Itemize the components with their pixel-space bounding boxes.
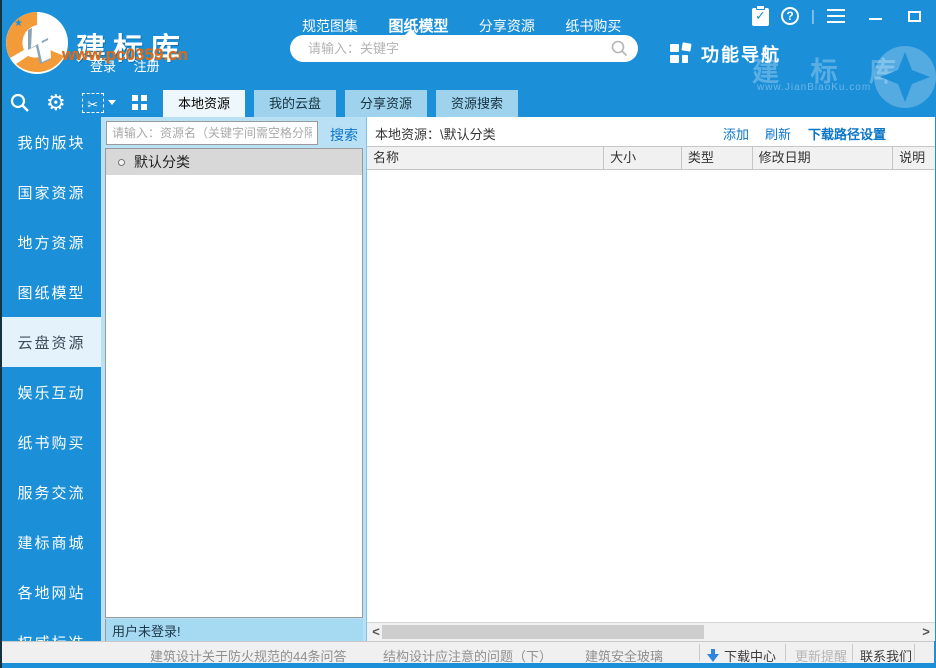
grid-icon xyxy=(670,42,692,64)
table-header-row: 名称 大小 类型 修改日期 说明 xyxy=(367,146,935,170)
scrollbar-thumb[interactable] xyxy=(382,625,704,639)
nav-item-share-resources[interactable]: 分享资源 xyxy=(479,16,535,36)
sidebar: 我的版块 国家资源 地方资源 图纸模型 云盘资源 娱乐互动 纸书购买 服务交流 … xyxy=(2,117,101,652)
window-controls: ✓ ? | × xyxy=(752,5,936,27)
tree-item-label: 默认分类 xyxy=(134,154,190,170)
resource-list-panel: 搜索 默认分类 用户未登录! xyxy=(104,117,366,641)
sidebar-item-drawing-models[interactable]: 图纸模型 xyxy=(2,267,101,317)
sidebar-item-service-exchange[interactable]: 服务交流 xyxy=(2,467,101,517)
tab-local-resources[interactable]: 本地资源 xyxy=(163,90,246,117)
refresh-button[interactable]: 刷新 xyxy=(765,124,791,143)
resource-search-button[interactable]: 搜索 xyxy=(330,125,358,145)
statusbar-divider xyxy=(785,644,786,661)
global-search-box xyxy=(290,35,638,62)
scroll-right-arrow-icon[interactable]: > xyxy=(919,623,933,641)
tree-node-bullet-icon[interactable] xyxy=(118,158,125,166)
top-nav: 规范图集 图纸模型 分享资源 纸书购买 xyxy=(302,15,647,36)
tab-shared-resources[interactable]: 分享资源 xyxy=(345,90,428,117)
download-center-label: 下载中心 xyxy=(724,649,777,664)
sidebar-item-cloud-resources[interactable]: 云盘资源 xyxy=(2,317,101,367)
toolbar-icons: ⚙ ✂ xyxy=(10,88,163,117)
statusbar-divider xyxy=(699,644,700,661)
sidebar-item-regional-sites[interactable]: 各地网站 xyxy=(2,567,101,617)
category-tree: 默认分类 xyxy=(105,148,363,618)
screenshot-dropdown-caret-icon[interactable] xyxy=(107,100,116,105)
site-watermark: www.pc0359.cn xyxy=(62,45,188,64)
app-logo-icon: ★ xyxy=(6,12,68,74)
news-link-structural-design[interactable]: 结构设计应注意的问题（下） xyxy=(383,646,552,665)
login-status-bar: 用户未登录! xyxy=(105,619,363,641)
menu-icon[interactable] xyxy=(826,9,845,23)
gear-glyph: ⚙ xyxy=(46,89,66,115)
horizontal-scrollbar[interactable]: < > xyxy=(367,622,935,641)
scissors-glyph: ✂ xyxy=(87,96,99,112)
current-path-label: 本地资源：\默认分类 xyxy=(375,127,496,142)
maximize-button[interactable] xyxy=(907,10,921,22)
file-list-body xyxy=(367,170,935,622)
download-arrow-icon xyxy=(707,649,719,662)
nav-item-book-purchase[interactable]: 纸书购买 xyxy=(565,16,621,36)
download-center-button[interactable]: 下载中心 xyxy=(707,646,776,665)
sidebar-item-my-sections[interactable]: 我的版块 xyxy=(2,117,101,167)
clipboard-check-icon[interactable]: ✓ xyxy=(752,5,769,26)
help-icon[interactable]: ? xyxy=(781,7,799,25)
sidebar-item-entertainment[interactable]: 娱乐互动 xyxy=(2,367,101,417)
tab-resource-search[interactable]: 资源搜索 xyxy=(436,90,519,117)
sidebar-item-book-purchase[interactable]: 纸书购买 xyxy=(2,417,101,467)
file-list-panel: 本地资源：\默认分类 添加 刷新 下载路径设置 名称 大小 类型 修改日期 说明… xyxy=(366,117,935,641)
sidebar-item-national-resources[interactable]: 国家资源 xyxy=(2,167,101,217)
svg-text:★: ★ xyxy=(14,18,23,29)
tree-item-default-category[interactable]: 默认分类 xyxy=(106,149,362,175)
settings-gear-icon[interactable]: ⚙ xyxy=(46,89,66,115)
resource-search-box xyxy=(106,121,318,145)
check-glyph: ✓ xyxy=(755,8,766,23)
app-window: ★ 建标库 登录 注册 www.pc0359.cn 规范图集 图纸模型 分享资源… xyxy=(0,0,936,668)
column-header-size[interactable]: 大小 xyxy=(604,147,682,169)
update-reminder-button[interactable]: 更新提醒 xyxy=(795,646,847,665)
status-bar: 建筑设计关于防火规范的44条问答 结构设计应注意的问题（下） 建筑安全玻璃 下载… xyxy=(2,641,934,665)
file-list-header: 本地资源：\默认分类 添加 刷新 下载路径设置 xyxy=(367,117,935,146)
column-header-name[interactable]: 名称 xyxy=(367,147,605,169)
help-glyph: ? xyxy=(781,7,799,25)
toolbar: ⚙ ✂ 本地资源 我的云盘 分享资源 资源搜索 xyxy=(2,88,934,117)
resource-tabs: 本地资源 我的云盘 分享资源 资源搜索 xyxy=(163,90,527,117)
news-link-safety-glass[interactable]: 建筑安全玻璃 xyxy=(585,646,695,665)
screenshot-tool-icon[interactable]: ✂ xyxy=(81,92,116,113)
contact-us-button[interactable]: 联系我们 xyxy=(860,646,912,665)
tab-my-cloud-drive[interactable]: 我的云盘 xyxy=(254,90,337,117)
sidebar-item-local-resources[interactable]: 地方资源 xyxy=(2,217,101,267)
news-link-fire-code-qa[interactable]: 建筑设计关于防火规范的44条问答 xyxy=(150,646,346,665)
add-button[interactable]: 添加 xyxy=(723,124,749,143)
scroll-left-arrow-icon[interactable]: < xyxy=(369,623,383,641)
column-header-modified-date[interactable]: 修改日期 xyxy=(753,147,894,169)
search-icon[interactable] xyxy=(611,40,628,57)
nav-item-drawing-models[interactable]: 图纸模型 xyxy=(388,15,448,36)
main-content: 我的版块 国家资源 地方资源 图纸模型 云盘资源 娱乐互动 纸书购买 服务交流 … xyxy=(2,117,935,652)
column-header-description[interactable]: 说明 xyxy=(893,147,935,169)
column-header-type[interactable]: 类型 xyxy=(682,147,753,169)
resource-search-input[interactable] xyxy=(107,122,317,144)
nav-item-standard-atlas[interactable]: 规范图集 xyxy=(302,16,358,36)
statusbar-divider xyxy=(914,644,915,661)
toolbar-search-icon[interactable] xyxy=(10,93,30,113)
apps-grid-icon[interactable] xyxy=(131,95,147,110)
controls-divider: | xyxy=(811,7,815,25)
global-search-input[interactable] xyxy=(306,38,596,58)
sidebar-item-jianbiao-mall[interactable]: 建标商城 xyxy=(2,517,101,567)
statusbar-divider xyxy=(852,644,853,661)
minimize-button[interactable] xyxy=(868,12,882,20)
download-path-settings-button[interactable]: 下载路径设置 xyxy=(808,124,886,143)
